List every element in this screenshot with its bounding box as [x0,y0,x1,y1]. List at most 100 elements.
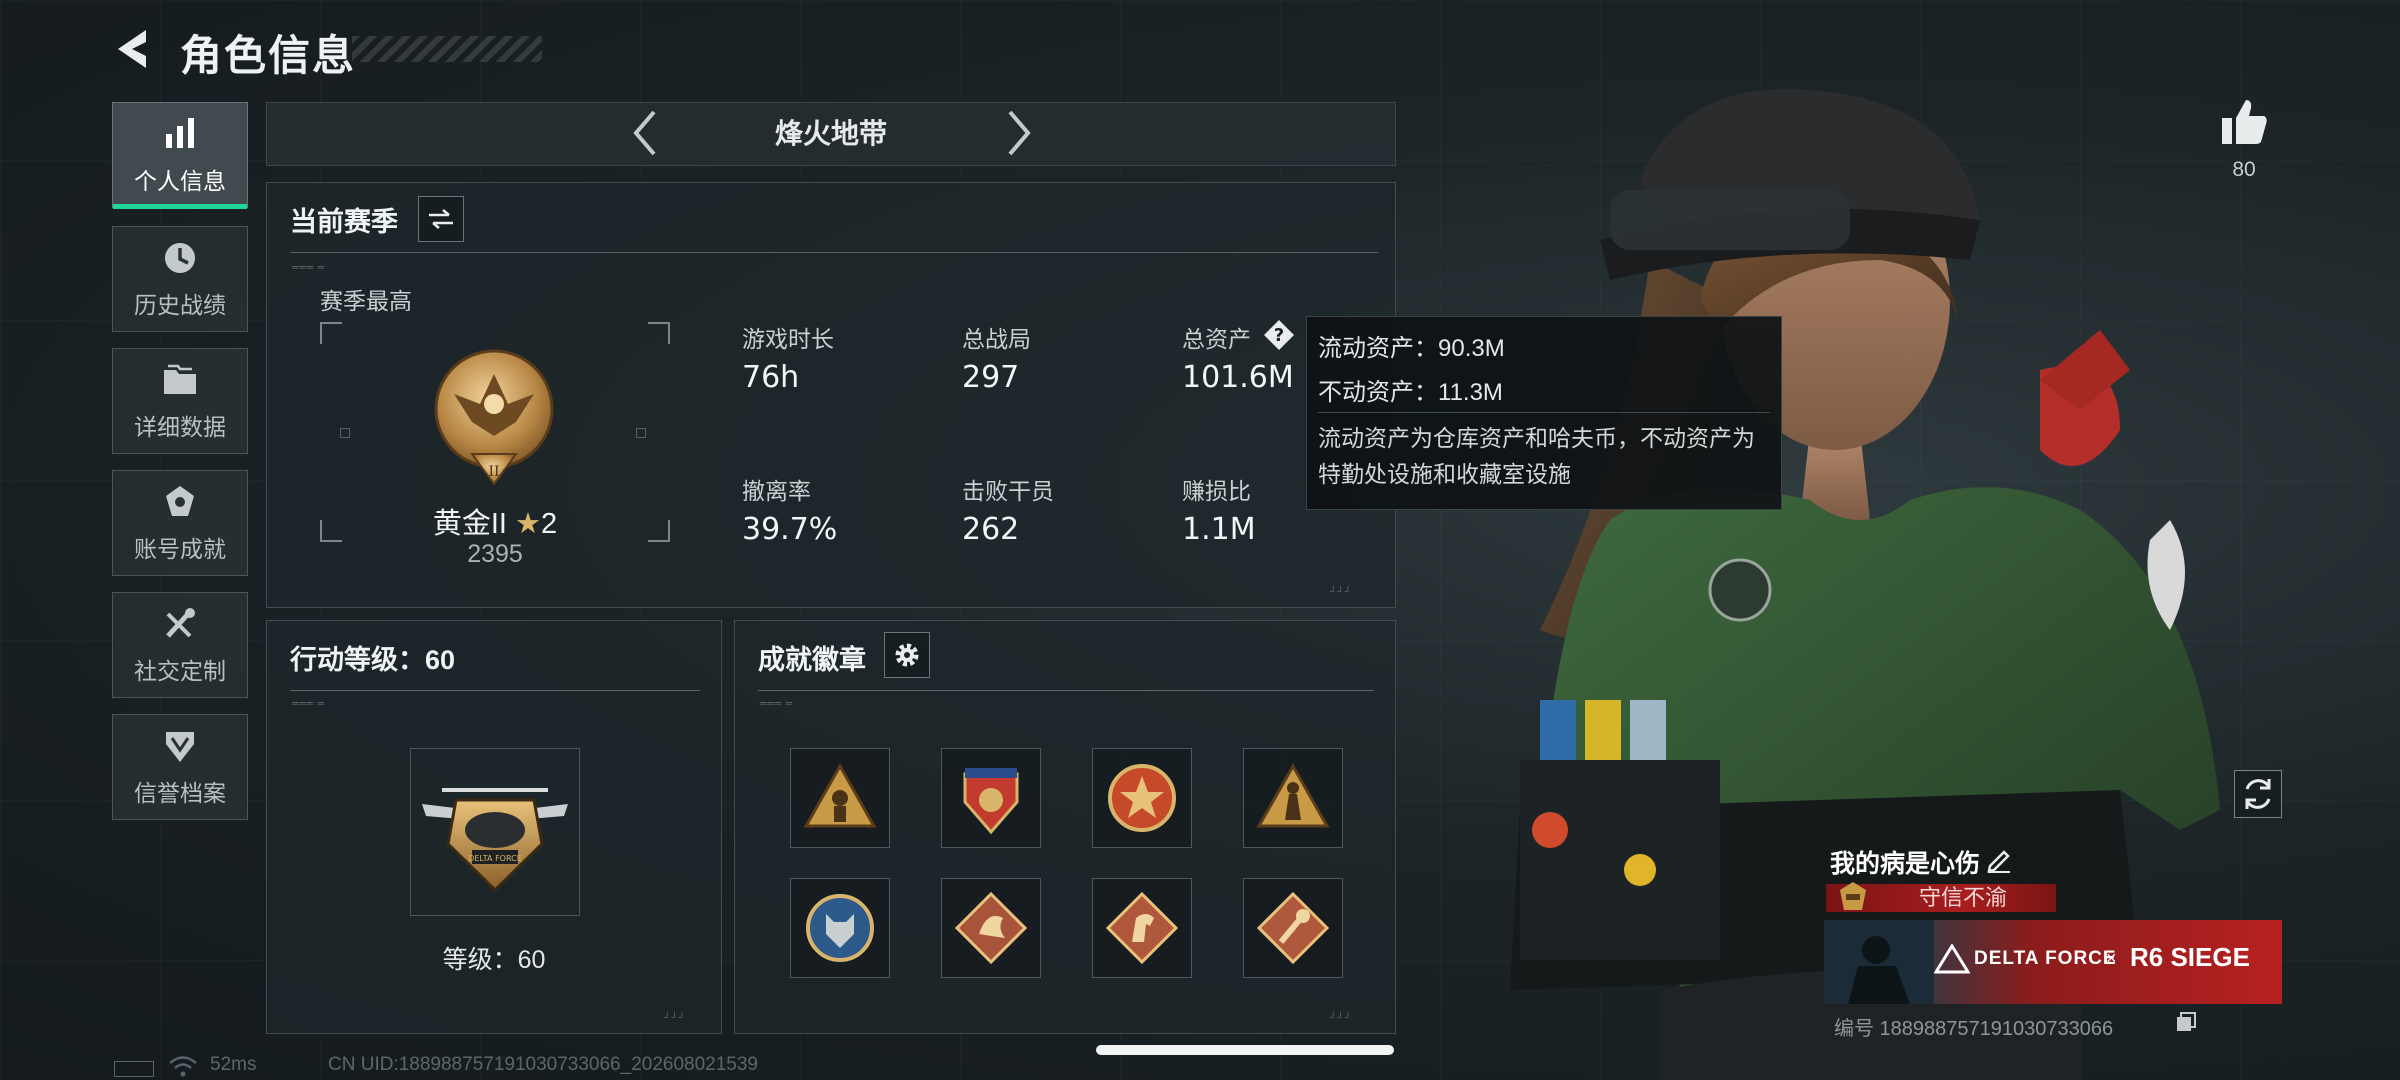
title-decoration [352,36,542,62]
badges-settings-button[interactable] [884,632,930,678]
rank-gold-emblem-icon: II [434,349,554,486]
network-ping: 52ms [210,1054,257,1075]
rank-score: 2395 [467,540,523,568]
tooltip-description: 流动资产为仓库资产和哈夫币，不动资产为特勤处设施和收藏室设施 [1318,425,1755,487]
edit-name-button[interactable] [1984,844,2014,874]
stat-label-kills: 击败干员 [962,478,1054,504]
folder-icon [164,364,196,394]
chevron-left-icon [633,110,656,156]
badges-title: 成就徽章 [758,645,866,675]
season-title: 当前赛季 [290,207,398,237]
copy-id-button[interactable] [2174,1010,2198,1034]
like-button[interactable] [2216,94,2272,150]
badge-slot[interactable] [1243,878,1343,978]
back-button[interactable] [108,24,158,74]
badge-slot[interactable] [941,878,1041,978]
helicopter-emblem-icon: DELTA FORCE [422,788,568,893]
stat-value-matches: 297 [962,360,1020,395]
badge-dragon-diamond-icon [954,891,1028,965]
sidebar-item-history[interactable]: 历史战绩 [112,226,248,332]
chevron-right-icon [1008,110,1031,156]
tooltip-fixed: 不动资产：11.3M [1318,379,1503,406]
badge-slot[interactable] [790,748,890,848]
season-best-label: 赛季最高 [320,288,412,314]
rank-name: 黄金II [432,508,507,540]
decor-dots: ═══ ═ [292,698,326,708]
pencil-icon [1987,850,2010,873]
soldier-silhouette-icon [1824,920,1934,1004]
mode-next-button[interactable] [992,108,1042,158]
wifi-icon [169,1056,197,1077]
delta-force-logo-icon [1934,944,1970,974]
svg-text:DELTA FORCE: DELTA FORCE [468,854,522,863]
thumbs-up-icon [2222,100,2267,144]
banner-x: × [2106,948,2117,968]
tooltip-divider [1318,412,1770,413]
svg-text:?: ? [1274,325,1284,346]
bar-chart-icon [166,118,194,148]
copy-icon [2177,1012,2196,1031]
page-title: 角色信息 [180,32,357,79]
rank-stars: 2 [541,508,558,540]
badge-slot[interactable] [941,748,1041,848]
stat-label-assets: 总资产 [1182,326,1251,352]
mode-title: 烽火地带 [774,118,887,149]
refresh-button[interactable] [2234,770,2282,818]
season-switch-button[interactable] [418,196,464,242]
history-clock-icon [165,243,195,273]
badge-wrench-diamond-icon [1256,891,1330,965]
sidebar-item-personal-info[interactable]: 个人信息 [112,102,248,209]
frame-corner [320,322,342,344]
credit-shield-icon [166,732,194,762]
badges-divider [758,690,1374,691]
stat-value-kills: 262 [962,512,1020,547]
battery-icon [114,1061,154,1077]
svg-text:II: II [488,464,499,480]
decor-dots: ┘┘┘ [664,1012,687,1022]
sidebar-item-credit[interactable]: 信誉档案 [112,714,248,820]
decor-dots: ═══ ═ [292,262,326,272]
decor-dots: ┘┘┘ [1330,586,1353,596]
decor-dots: ═══ ═ [760,698,794,708]
player-name: 我的病是心伤 [1830,850,1981,878]
stat-value-playtime: 76h [742,360,800,395]
badge-soldier-triangle-icon [803,762,877,828]
level-divider [290,690,700,691]
sidebar-item-achievements[interactable]: 账号成就 [112,470,248,576]
home-indicator[interactable] [1096,1045,1394,1055]
stat-label-extraction: 撤离率 [742,478,811,504]
tools-icon [166,608,195,638]
badge-slot[interactable] [1092,878,1192,978]
badge-wolf-circle-icon [806,894,874,962]
badge-star-circle-icon [1108,764,1176,832]
achievement-icon [166,486,194,516]
stat-value-extraction: 39.7% [742,512,838,547]
stat-label-matches: 总战局 [962,326,1031,352]
sidebar-item-detailed-data[interactable]: 详细数据 [112,348,248,454]
stat-value-profit-ratio: 1.1M [1182,512,1256,547]
frame-mark [340,428,350,438]
badge-shield-stars-icon [963,768,1019,835]
sidebar-item-label: 信誉档案 [134,780,226,806]
badge-figure-triangle-icon [1256,762,1330,828]
stat-label-profit-ratio: 赚损比 [1182,478,1251,504]
mode-prev-button[interactable] [622,108,672,158]
badge-slot[interactable] [1243,748,1343,848]
tooltip-liquid: 流动资产：90.3M [1318,335,1505,362]
sidebar-item-label: 社交定制 [134,658,226,684]
assets-help-button[interactable]: ? [1262,318,1296,357]
banner-r6-siege: R6 SIEGE [2130,942,2250,972]
badge-slot[interactable] [1092,748,1192,848]
help-icon: ? [1264,320,1294,350]
refresh-icon [2245,779,2271,809]
season-divider [290,252,1378,253]
banner-delta-force: DELTA FORCE [1974,948,2117,969]
footer-uid: CN UID:18898875719103​07330​66_202608021… [328,1054,758,1075]
badge-slot[interactable] [790,878,890,978]
title-emblem-icon [1840,882,1866,910]
gear-icon [895,643,919,667]
action-level-title: 行动等级：60 [290,645,456,675]
frame-mark [636,428,646,438]
sidebar-item-social[interactable]: 社交定制 [112,592,248,698]
back-arrow-icon [118,30,146,68]
